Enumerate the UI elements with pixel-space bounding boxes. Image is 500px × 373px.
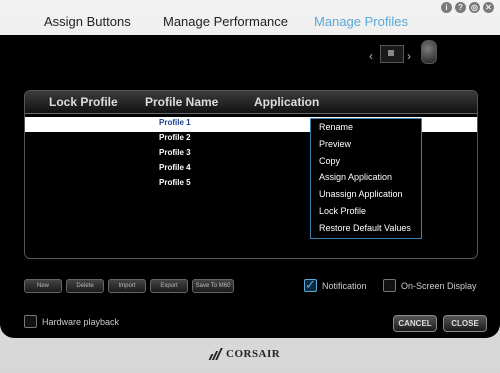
column-application[interactable]: Application xyxy=(254,95,319,109)
close-window-icon[interactable]: ✕ xyxy=(483,2,494,13)
osd-label: On-Screen Display xyxy=(401,280,477,291)
export-button[interactable]: Export xyxy=(150,279,188,293)
menu-item-restore-defaults[interactable]: Restore Default Values xyxy=(311,220,421,237)
notification-label: Notification xyxy=(322,280,367,291)
context-menu: Rename Preview Copy Assign Application U… xyxy=(310,118,422,239)
import-button[interactable]: Import xyxy=(108,279,146,293)
tab-manage-profiles[interactable]: Manage Profiles xyxy=(314,14,408,29)
app-window: i ? ◎ ✕ Assign Buttons Manage Performanc… xyxy=(0,0,500,373)
osd-checkbox[interactable] xyxy=(383,279,396,292)
column-lock-profile[interactable]: Lock Profile xyxy=(49,95,118,109)
menu-item-preview[interactable]: Preview xyxy=(311,136,421,153)
profile-name: Profile 1 xyxy=(159,118,191,127)
profile-name: Profile 5 xyxy=(159,178,191,187)
notification-checkbox[interactable] xyxy=(304,277,317,293)
column-profile-name[interactable]: Profile Name xyxy=(145,95,218,109)
delete-button[interactable]: Delete xyxy=(66,279,104,293)
tab-assign-buttons[interactable]: Assign Buttons xyxy=(44,14,131,29)
profile-name: Profile 2 xyxy=(159,133,191,142)
mouse-icon xyxy=(421,40,437,64)
table-header: Lock Profile Profile Name Application xyxy=(25,91,477,114)
profile-actions: New Delete Import Export Save To M60 xyxy=(24,279,234,293)
menu-item-lock-profile[interactable]: Lock Profile xyxy=(311,203,421,220)
web-icon[interactable]: ◎ xyxy=(469,2,480,13)
prev-device-arrow-icon[interactable]: ‹ xyxy=(369,49,373,63)
next-device-arrow-icon[interactable]: › xyxy=(407,49,411,63)
notification-option[interactable]: Notification xyxy=(304,277,367,293)
info-icon[interactable]: i xyxy=(441,2,452,13)
corsair-logo: CORSAIR xyxy=(208,348,280,360)
device-thumbnail[interactable] xyxy=(380,45,404,63)
profile-name: Profile 4 xyxy=(159,163,191,172)
menu-item-unassign-application[interactable]: Unassign Application xyxy=(311,186,421,203)
hardware-playback-checkbox[interactable] xyxy=(24,315,37,328)
corsair-sails-icon xyxy=(208,348,223,360)
new-button[interactable]: New xyxy=(24,279,62,293)
close-button[interactable]: CLOSE xyxy=(443,315,487,332)
window-controls: i ? ◎ ✕ xyxy=(441,2,494,13)
tab-bar: Assign Buttons Manage Performance Manage… xyxy=(0,14,500,34)
save-to-m60-button[interactable]: Save To M60 xyxy=(192,279,234,293)
hardware-playback-label: Hardware playback xyxy=(42,316,120,327)
brand-name: CORSAIR xyxy=(226,348,281,360)
osd-option[interactable]: On-Screen Display xyxy=(383,279,477,292)
help-icon[interactable]: ? xyxy=(455,2,466,13)
hardware-playback-option[interactable]: Hardware playback xyxy=(24,315,119,328)
tab-manage-performance[interactable]: Manage Performance xyxy=(163,14,288,29)
profile-name: Profile 3 xyxy=(159,148,191,157)
cancel-button[interactable]: CANCEL xyxy=(393,315,437,332)
menu-item-copy[interactable]: Copy xyxy=(311,153,421,170)
menu-item-assign-application[interactable]: Assign Application xyxy=(311,169,421,186)
menu-item-rename[interactable]: Rename xyxy=(311,119,421,136)
